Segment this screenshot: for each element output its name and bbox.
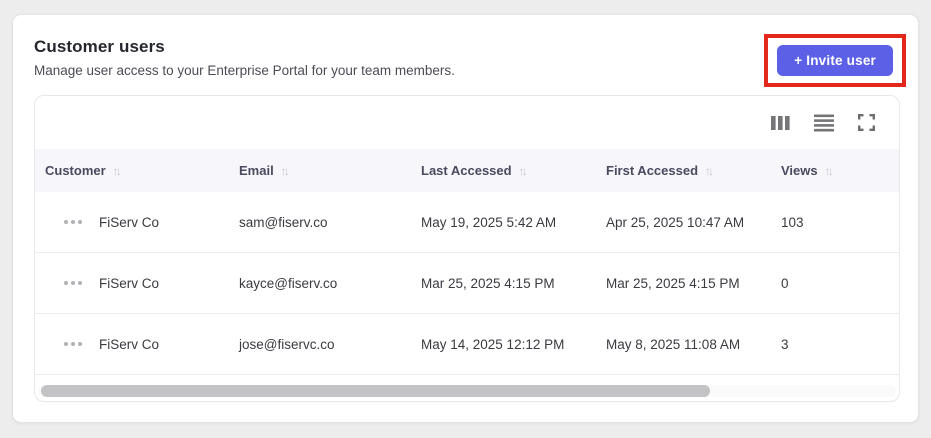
invite-button-highlight-box: + Invite user: [764, 34, 906, 87]
first-accessed-cell: May 8, 2025 11:08 AM: [606, 336, 741, 352]
column-header-customer[interactable]: Customer ↑↓: [35, 163, 227, 178]
table-toolbar: [35, 96, 899, 149]
views-cell: 0: [781, 275, 789, 291]
last-accessed-cell: May 14, 2025 12:12 PM: [421, 336, 565, 352]
row-menu-icon[interactable]: [64, 216, 82, 228]
scrollbar-thumb[interactable]: [41, 385, 711, 397]
sort-icon[interactable]: ↑↓: [825, 164, 834, 178]
views-cell: 3: [781, 336, 789, 352]
customer-users-panel: Customer users Manage user access to you…: [12, 14, 919, 423]
column-header-email[interactable]: Email ↑↓: [227, 163, 409, 178]
sort-icon[interactable]: ↑↓: [705, 164, 714, 178]
email-cell: sam@fiserv.co: [239, 214, 328, 230]
scrollbar-track[interactable]: [38, 385, 896, 397]
customer-cell: FiServ Co: [99, 336, 160, 352]
customer-cell: FiServ Co: [99, 214, 160, 230]
column-header-views[interactable]: Views ↑↓: [769, 163, 899, 178]
table-row: FiServ Co sam@fiserv.co May 19, 2025 5:4…: [35, 192, 899, 253]
first-accessed-cell: Apr 25, 2025 10:47 AM: [606, 214, 745, 230]
views-cell: 103: [781, 214, 804, 230]
row-menu-icon[interactable]: [64, 338, 82, 350]
fullscreen-icon[interactable]: [858, 114, 875, 131]
last-accessed-cell: May 19, 2025 5:42 AM: [421, 214, 557, 230]
row-menu-icon[interactable]: [64, 277, 82, 289]
users-table: Customer ↑↓ Email ↑↓ Last Accessed ↑↓ Fi…: [34, 95, 900, 402]
first-accessed-cell: Mar 25, 2025 4:15 PM: [606, 275, 740, 291]
column-view-icon[interactable]: [771, 114, 790, 132]
horizontal-scrollbar: [35, 382, 899, 401]
invite-user-button[interactable]: + Invite user: [777, 45, 893, 76]
sort-icon[interactable]: ↑↓: [113, 164, 122, 178]
email-cell: kayce@fiserv.co: [239, 275, 338, 291]
column-header-last-accessed[interactable]: Last Accessed ↑↓: [409, 163, 594, 178]
last-accessed-cell: Mar 25, 2025 4:15 PM: [421, 275, 555, 291]
column-header-first-accessed[interactable]: First Accessed ↑↓: [594, 163, 769, 178]
sort-icon[interactable]: ↑↓: [281, 164, 290, 178]
row-density-icon[interactable]: [814, 114, 834, 132]
table-row: FiServ Co jose@fiservc.co May 14, 2025 1…: [35, 314, 899, 375]
table-header-row: Customer ↑↓ Email ↑↓ Last Accessed ↑↓ Fi…: [35, 149, 899, 192]
email-cell: jose@fiservc.co: [239, 336, 335, 352]
sort-icon[interactable]: ↑↓: [519, 164, 528, 178]
table-row: FiServ Co kayce@fiserv.co Mar 25, 2025 4…: [35, 253, 899, 314]
customer-cell: FiServ Co: [99, 275, 160, 291]
